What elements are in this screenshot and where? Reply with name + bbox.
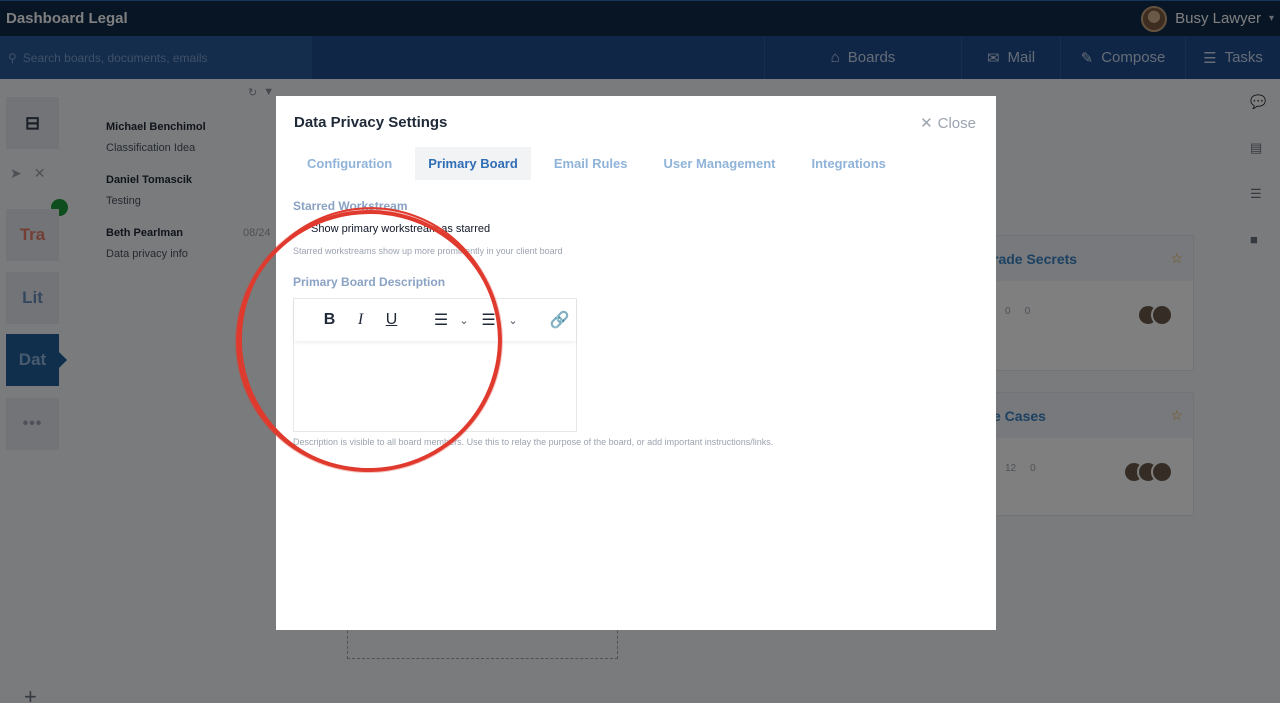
starred-help-text: Starred workstreams show up more promine… bbox=[293, 246, 563, 256]
editor-content[interactable] bbox=[294, 341, 576, 431]
modal-title: Data Privacy Settings bbox=[294, 114, 448, 131]
tab-configuration[interactable]: Configuration bbox=[294, 147, 405, 180]
close-button[interactable]: ✕ Close bbox=[920, 114, 976, 133]
settings-modal: Data Privacy Settings ✕ Close Configurat… bbox=[276, 96, 996, 630]
underline-button[interactable]: U bbox=[376, 311, 407, 329]
tab-email-rules[interactable]: Email Rules bbox=[541, 147, 641, 180]
starred-checkbox-row[interactable]: Show primary workstream as starred bbox=[293, 223, 490, 235]
tab-user-management[interactable]: User Management bbox=[651, 147, 789, 180]
description-help-text: Description is visible to all board memb… bbox=[293, 437, 774, 447]
tab-integrations[interactable]: Integrations bbox=[799, 147, 899, 180]
chevron-down-icon[interactable]: ⌄ bbox=[455, 314, 473, 327]
description-section-label: Primary Board Description bbox=[293, 275, 446, 289]
tab-primary-board[interactable]: Primary Board bbox=[415, 147, 531, 180]
starred-checkbox-label: Show primary workstream as starred bbox=[311, 223, 491, 235]
numbered-list-icon[interactable]: ☰ bbox=[473, 310, 504, 330]
starred-checkbox[interactable] bbox=[293, 223, 305, 235]
editor-toolbar: B I U ☰ ⌄ ☰ ⌄ 🔗 bbox=[294, 299, 576, 341]
close-label: Close bbox=[937, 114, 976, 132]
chevron-down-icon[interactable]: ⌄ bbox=[504, 314, 522, 327]
link-icon[interactable]: 🔗 bbox=[544, 310, 575, 330]
settings-tabs: Configuration Primary Board Email Rules … bbox=[294, 147, 909, 180]
close-icon: ✕ bbox=[920, 115, 933, 132]
starred-section-label: Starred Workstream bbox=[293, 199, 408, 213]
bullet-list-icon[interactable]: ☰ bbox=[427, 310, 455, 330]
bold-button[interactable]: B bbox=[314, 311, 345, 329]
italic-button[interactable]: I bbox=[345, 311, 376, 329]
description-editor[interactable]: B I U ☰ ⌄ ☰ ⌄ 🔗 bbox=[293, 298, 577, 432]
